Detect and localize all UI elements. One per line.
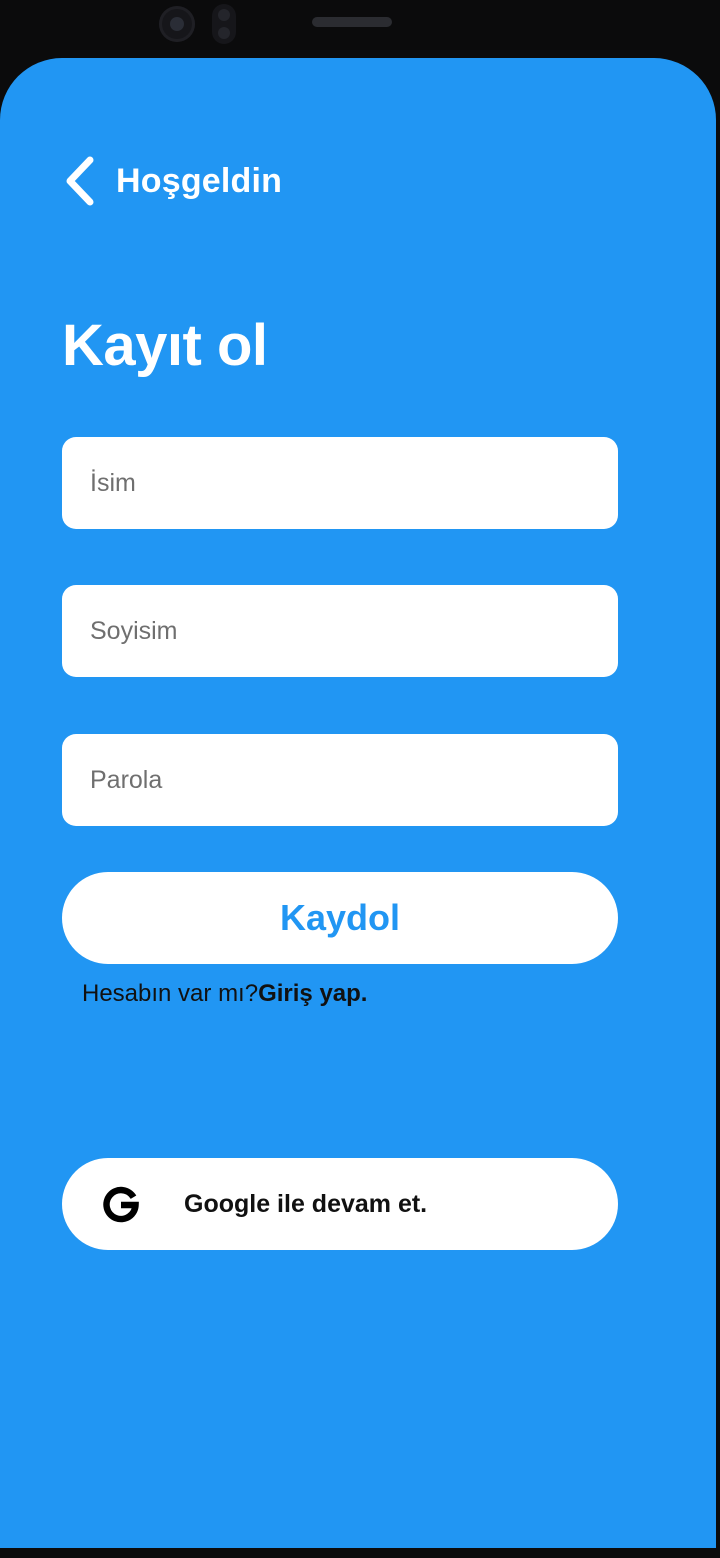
page-title: Kayıt ol — [62, 313, 268, 378]
login-prompt: Hesabın var mı?Giriş yap. — [82, 980, 367, 1008]
google-signin-button[interactable]: Google ile devam et. — [62, 1158, 618, 1250]
register-button[interactable]: Kaydol — [62, 872, 618, 964]
password-field[interactable] — [62, 734, 618, 826]
google-signin-label: Google ile devam et. — [184, 1190, 428, 1218]
login-link[interactable]: Giriş yap. — [258, 980, 367, 1007]
phone-device: Hoşgeldin Kayıt ol Kaydol Hesabın var mı… — [0, 0, 720, 1558]
front-camera — [159, 6, 195, 42]
name-field[interactable] — [62, 437, 618, 529]
login-prompt-text: Hesabın var mı? — [82, 980, 259, 1007]
back-navigation[interactable]: Hoşgeldin — [62, 156, 282, 206]
proximity-sensor — [212, 4, 236, 44]
register-screen: Hoşgeldin Kayıt ol Kaydol Hesabın var mı… — [0, 58, 716, 1548]
header-title: Hoşgeldin — [116, 161, 283, 200]
chevron-left-icon[interactable] — [62, 156, 96, 206]
earpiece-speaker — [312, 17, 392, 27]
google-icon — [102, 1186, 140, 1224]
surname-field[interactable] — [62, 585, 618, 677]
